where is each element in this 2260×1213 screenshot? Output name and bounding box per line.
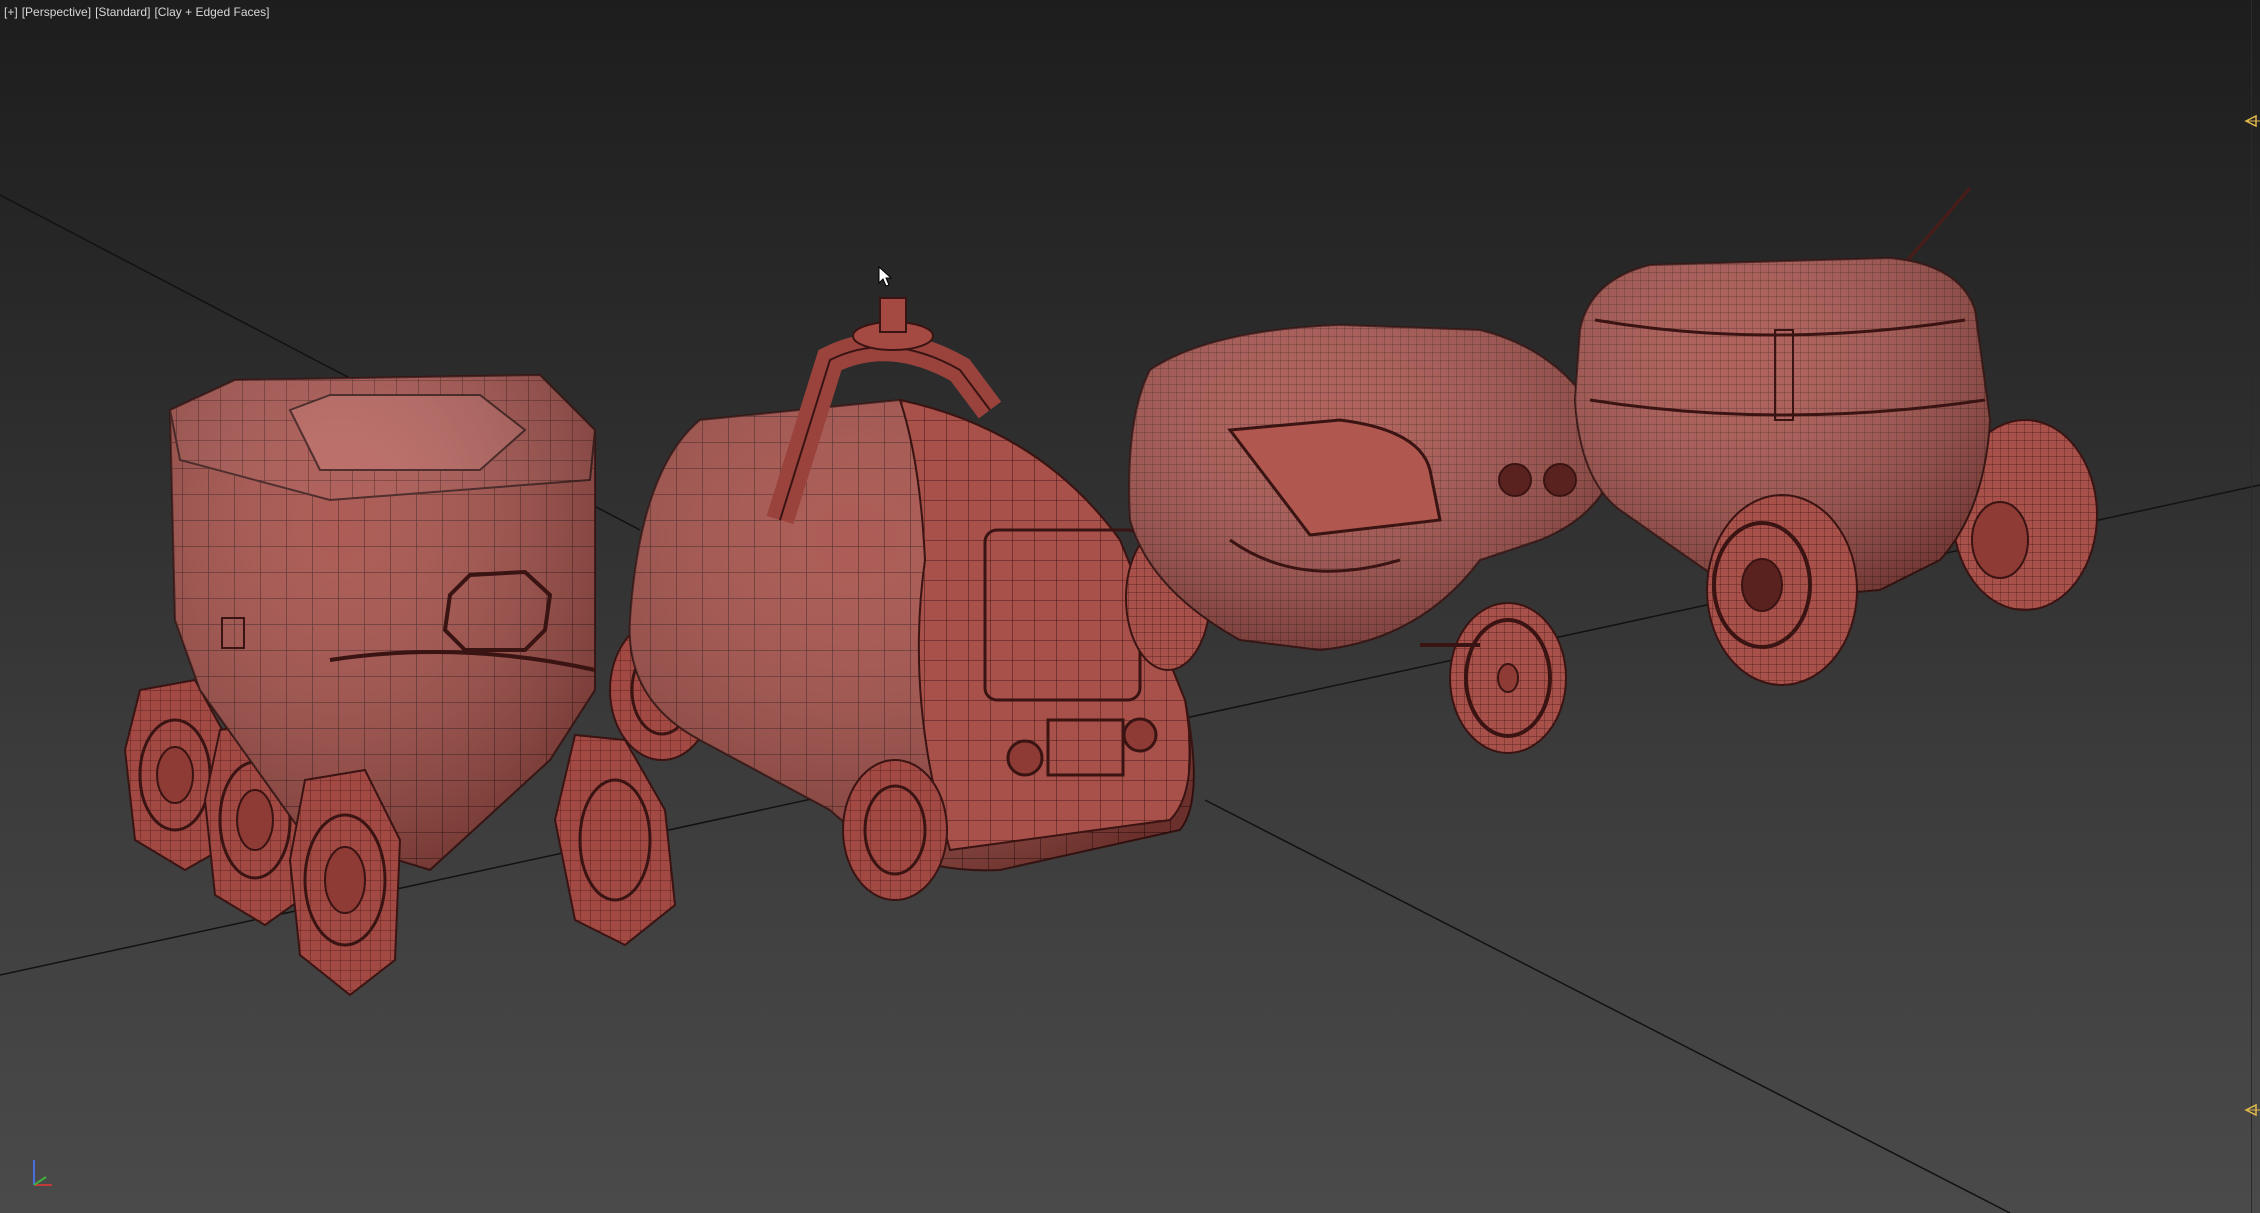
keyframe-triangle-icon[interactable] xyxy=(2242,1103,2260,1117)
timeline-divider xyxy=(2251,0,2252,1213)
viewport-point-of-view-menu[interactable]: [Perspective] xyxy=(22,5,91,21)
xyz-axis-icon xyxy=(33,1160,52,1186)
six-wheel-delivery-robot[interactable] xyxy=(123,373,677,997)
viewport-shading-menu[interactable]: [Clay + Edged Faces] xyxy=(154,5,269,21)
wheel[interactable] xyxy=(1449,602,1567,754)
viewport-standard-menu[interactable]: [Standard] xyxy=(95,5,150,21)
timeline-edge xyxy=(2242,0,2260,1213)
viewport-label-menu[interactable]: [+] [Perspective] [Standard] [Clay + Edg… xyxy=(4,5,270,21)
scene-render[interactable] xyxy=(0,0,2260,1213)
wheel[interactable] xyxy=(1706,494,1858,686)
perspective-viewport[interactable]: [+] [Perspective] [Standard] [Clay + Edg… xyxy=(0,0,2260,1213)
wheel[interactable] xyxy=(553,733,677,947)
wheel[interactable] xyxy=(842,759,948,901)
delivery-pod-with-sensor[interactable] xyxy=(609,297,1195,901)
rounded-delivery-pod-with-antenna[interactable] xyxy=(1573,187,2098,686)
viewport-general-menu[interactable]: [+] xyxy=(4,5,18,21)
keyframe-triangle-icon[interactable] xyxy=(2242,114,2260,128)
three-wheel-delivery-pod[interactable] xyxy=(1125,323,1612,754)
